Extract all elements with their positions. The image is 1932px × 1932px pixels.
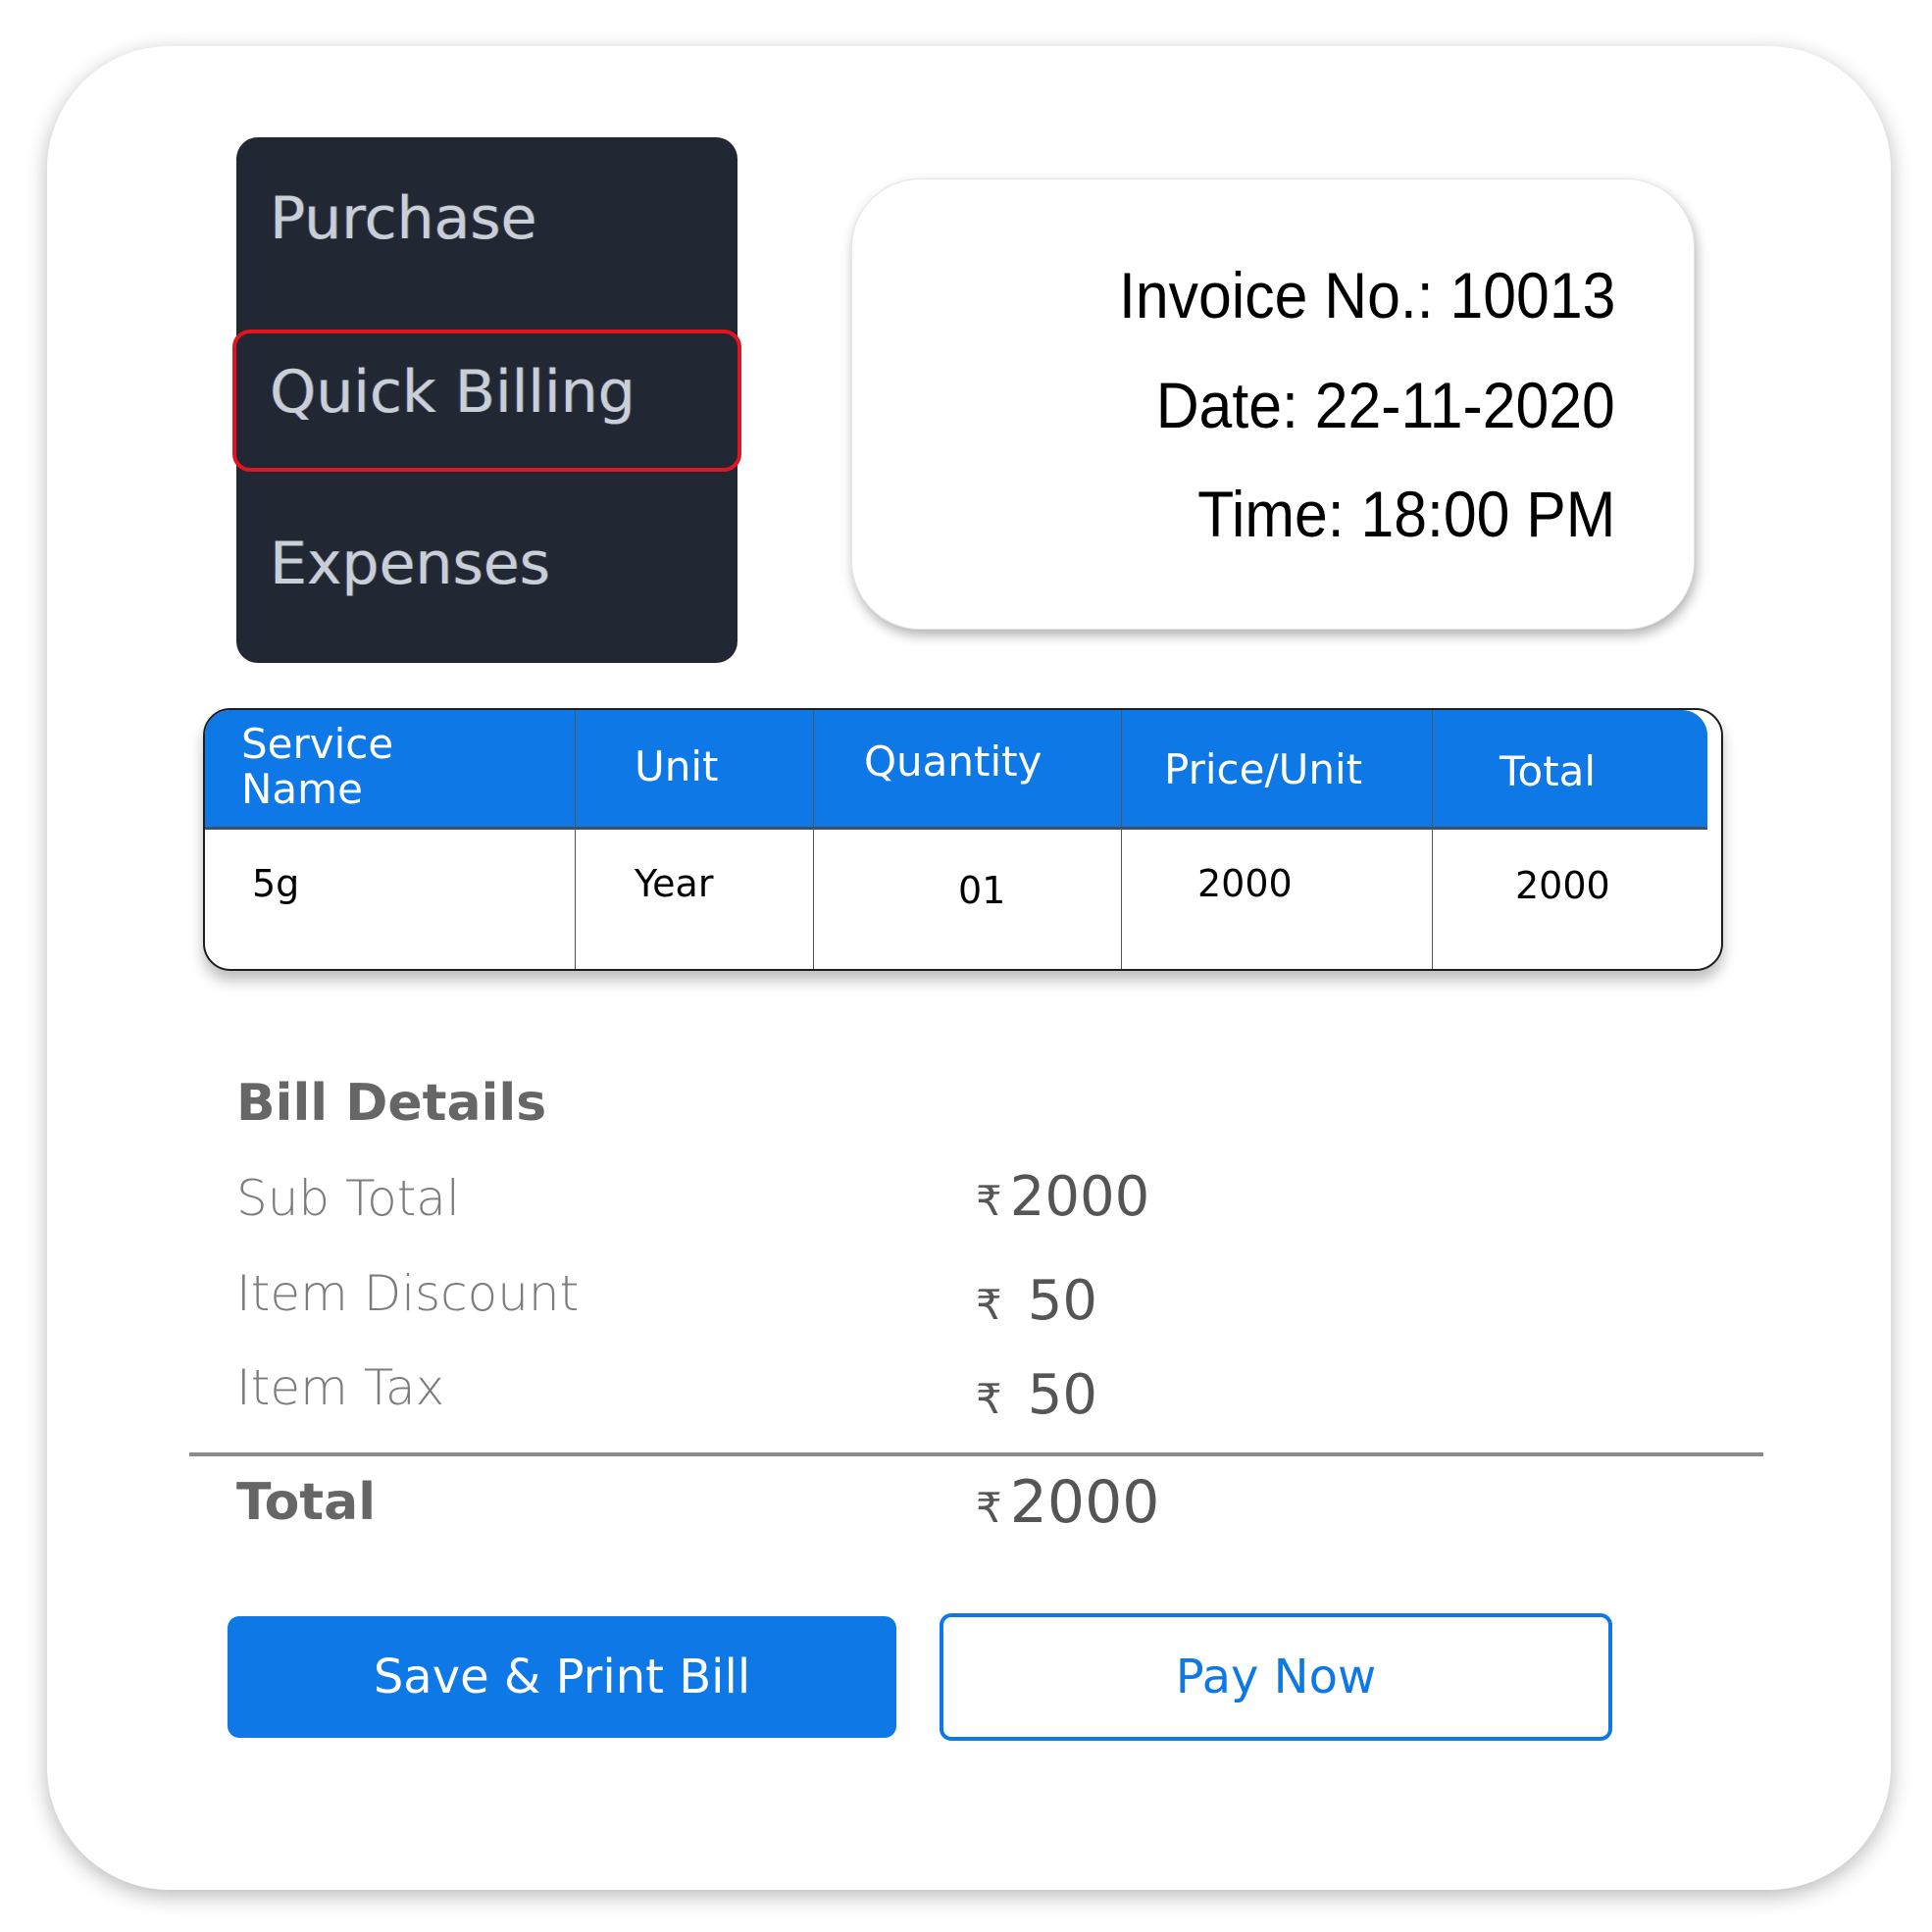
- cell-quantity: 01: [958, 869, 1006, 912]
- rupee-icon: ₹: [976, 1484, 1002, 1532]
- column-divider: [575, 710, 576, 969]
- service-table: Service Name Unit Quantity Price/Unit To…: [203, 708, 1723, 971]
- header-price-unit: Price/Unit: [1164, 745, 1363, 793]
- rupee-icon: ₹: [976, 1281, 1002, 1329]
- item-tax-label: Item Tax: [236, 1359, 445, 1416]
- pay-now-button[interactable]: Pay Now: [940, 1613, 1612, 1741]
- column-divider: [1432, 710, 1433, 969]
- cell-total: 2000: [1515, 864, 1610, 907]
- item-tax-amount: 50: [1027, 1363, 1097, 1427]
- cell-unit: Year: [635, 862, 714, 905]
- rupee-icon: ₹: [976, 1177, 1002, 1225]
- rupee-icon: ₹: [976, 1375, 1002, 1423]
- total-amount: 2000: [1009, 1468, 1160, 1537]
- invoice-date: Date: 22-11-2020: [1155, 369, 1615, 441]
- total-value: ₹2000: [976, 1468, 1159, 1537]
- sub-total-label: Sub Total: [236, 1170, 460, 1227]
- header-quantity: Quantity: [864, 737, 1042, 786]
- header-service-line2: Name: [241, 765, 363, 813]
- item-tax-value: ₹50: [976, 1363, 1097, 1427]
- header-service-name: Service Name: [241, 722, 393, 812]
- invoice-number: Invoice No.: 10013: [1118, 259, 1615, 331]
- sub-total-value: ₹2000: [976, 1165, 1149, 1229]
- item-discount-label: Item Discount: [236, 1265, 580, 1322]
- total-label: Total: [236, 1473, 377, 1532]
- item-discount-value: ₹50: [976, 1269, 1097, 1333]
- cell-price: 2000: [1197, 862, 1293, 905]
- item-discount-amount: 50: [1027, 1269, 1097, 1333]
- invoice-info-card: Invoice No.: 10013 Date: 22-11-2020 Time…: [851, 178, 1695, 630]
- menu-item-purchase[interactable]: Purchase: [236, 184, 737, 253]
- invoice-time: Time: 18:00 PM: [1196, 478, 1615, 550]
- cell-service: 5g: [252, 862, 300, 905]
- sub-total-amount: 2000: [1009, 1165, 1150, 1229]
- column-divider: [813, 710, 814, 969]
- menu-item-expenses[interactable]: Expenses: [236, 530, 737, 598]
- bill-details-title: Bill Details: [236, 1074, 547, 1133]
- quick-billing-highlight: [232, 330, 741, 472]
- header-service-line1: Service: [241, 720, 394, 768]
- header-unit: Unit: [635, 742, 719, 790]
- header-total: Total: [1500, 747, 1597, 795]
- total-separator: [189, 1452, 1763, 1456]
- column-divider: [1121, 710, 1122, 969]
- save-print-bill-button[interactable]: Save & Print Bill: [228, 1616, 896, 1738]
